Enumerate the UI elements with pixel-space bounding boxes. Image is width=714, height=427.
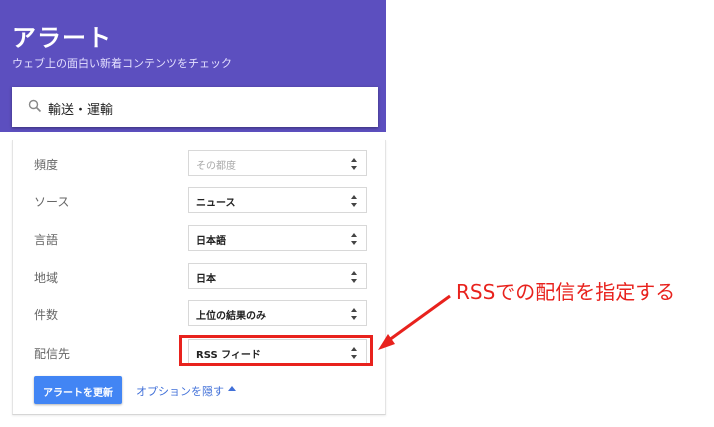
select-arrows-icon: [351, 308, 357, 320]
app-header: アラート ウェブ上の面白い新着コンテンツをチェック 輸送・運輸: [0, 0, 386, 132]
options-panel: 頻度 その都度 ソース ニュース 言語 日本語 地域 日本 件数 上位の結果のみ: [12, 140, 386, 415]
language-value: 日本語: [196, 236, 226, 247]
option-label-frequency: 頻度: [34, 158, 59, 172]
option-label-count: 件数: [34, 308, 59, 322]
select-arrows-icon: [351, 233, 357, 245]
search-icon: [28, 99, 42, 113]
option-row-count: 件数 上位の結果のみ: [13, 300, 385, 330]
option-label-language: 言語: [34, 233, 59, 247]
language-select[interactable]: 日本語: [188, 225, 367, 251]
region-value: 日本: [196, 274, 216, 285]
app-subtitle: ウェブ上の面白い新着コンテンツをチェック: [12, 57, 232, 70]
hide-options-link[interactable]: オプションを隠す: [136, 383, 224, 399]
option-row-region: 地域 日本: [13, 263, 385, 293]
frequency-select[interactable]: その都度: [188, 150, 367, 176]
option-row-source: ソース ニュース: [13, 187, 385, 217]
annotation-text: RSSでの配信を指定する: [456, 280, 676, 304]
frequency-value: その都度: [196, 161, 236, 172]
select-arrows-icon: [351, 158, 357, 170]
delivery-highlight-box: [179, 335, 373, 366]
update-alert-button[interactable]: アラートを更新: [34, 376, 122, 404]
region-select[interactable]: 日本: [188, 263, 367, 289]
select-arrows-icon: [351, 271, 357, 283]
option-label-source: ソース: [34, 195, 70, 209]
count-select[interactable]: 上位の結果のみ: [188, 300, 367, 326]
update-alert-label: アラートを更新: [43, 388, 113, 399]
search-query: 輸送・運輸: [48, 103, 114, 118]
search-input[interactable]: 輸送・運輸: [12, 87, 378, 127]
caret-up-icon[interactable]: [228, 386, 236, 391]
option-row-language: 言語 日本語: [13, 225, 385, 255]
option-label-delivery: 配信先: [34, 347, 71, 361]
option-label-region: 地域: [34, 271, 59, 285]
app-title: アラート: [12, 24, 112, 52]
select-arrows-icon: [351, 195, 357, 207]
source-value: ニュース: [196, 198, 236, 209]
source-select[interactable]: ニュース: [188, 187, 367, 213]
count-value: 上位の結果のみ: [196, 311, 266, 322]
option-row-frequency: 頻度 その都度: [13, 150, 385, 180]
